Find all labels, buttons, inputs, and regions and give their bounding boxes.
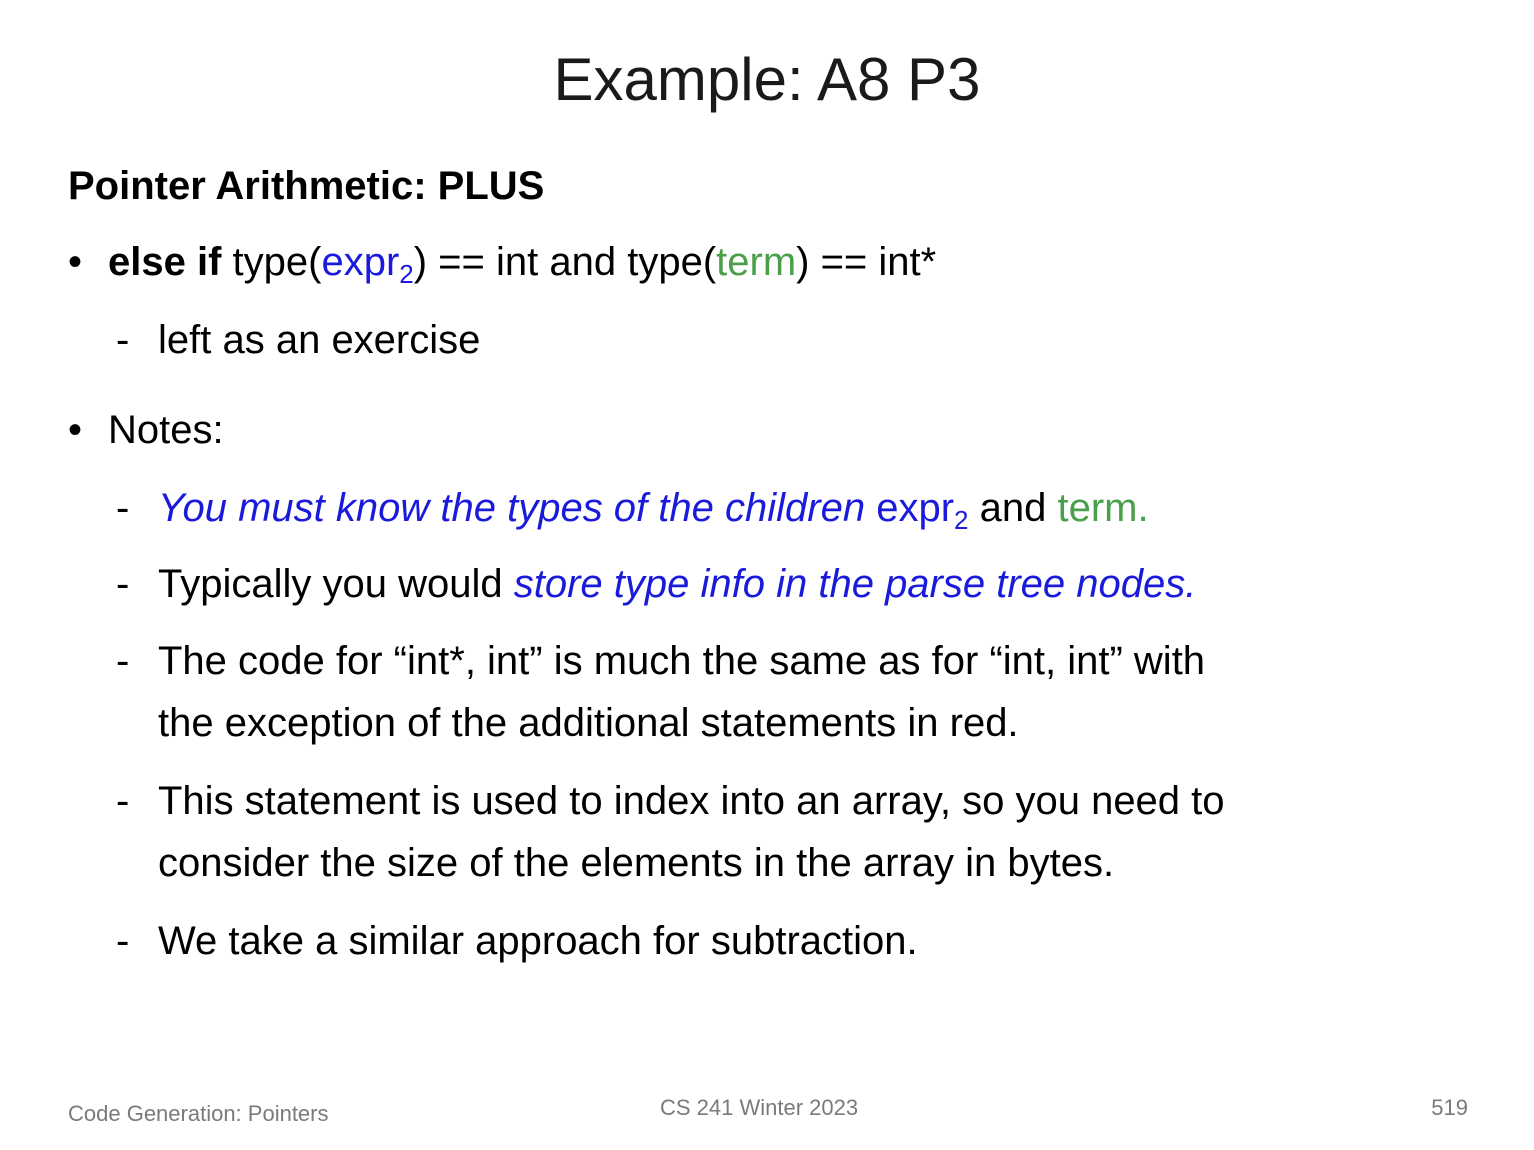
- sub-exercise: - left as an exercise: [116, 318, 481, 362]
- note3-line2: the exception of the additional statemen…: [158, 701, 1019, 745]
- note4-line1: This statement is used to index into an …: [158, 779, 1225, 823]
- note-2: - Typically you would store type info in …: [116, 562, 1197, 606]
- note1-expr: expr: [876, 486, 955, 530]
- bullet-dot: •: [68, 240, 83, 284]
- note2-italic: store type info in the parse tree nodes.: [513, 562, 1197, 606]
- footer-left: Code Generation: Pointers: [68, 1101, 329, 1126]
- text-end: ) == int*: [796, 240, 937, 284]
- expr-subscript: 2: [399, 259, 414, 289]
- note-3: - The code for “int*, int” is much the sa…: [116, 639, 1206, 745]
- note4-line2: consider the size of the elements in the…: [158, 841, 1115, 885]
- term-label: term: [716, 240, 797, 284]
- expr-label: expr: [321, 240, 400, 284]
- note1-subscript: 2: [954, 505, 969, 535]
- section-heading: Pointer Arithmetic: PLUS: [68, 164, 545, 208]
- note-4: - This statement is used to index into an…: [116, 779, 1225, 885]
- note5-text: We take a similar approach for subtracti…: [158, 919, 918, 963]
- exercise-text: left as an exercise: [158, 318, 481, 362]
- keyword-else-if: else if: [108, 240, 222, 284]
- notes-label: Notes:: [108, 408, 224, 452]
- note1-term: term.: [1057, 486, 1149, 530]
- note-5: - We take a similar approach for subtract…: [116, 919, 918, 963]
- note3-line1: The code for “int*, int” is much the sam…: [158, 639, 1206, 683]
- bullet-notes: • Notes:: [68, 404, 224, 456]
- note-1: - You must know the types of the children…: [116, 486, 1149, 535]
- text-type-open: type(: [221, 240, 322, 284]
- slide-title: Example: A8 P3: [553, 46, 981, 113]
- footer-page-number: 519: [1431, 1095, 1468, 1120]
- bullet-else-if: • else if type(expr2) == int and type(ter…: [68, 236, 936, 288]
- bullet-dot: •: [68, 408, 83, 452]
- note1-italic: You must know the types of the children: [158, 486, 866, 530]
- note1-and: and: [968, 486, 1058, 530]
- footer-center: CS 241 Winter 2023: [660, 1095, 859, 1120]
- text-mid: ) == int and type(: [413, 240, 717, 284]
- note2-plain: Typically you would: [158, 562, 514, 606]
